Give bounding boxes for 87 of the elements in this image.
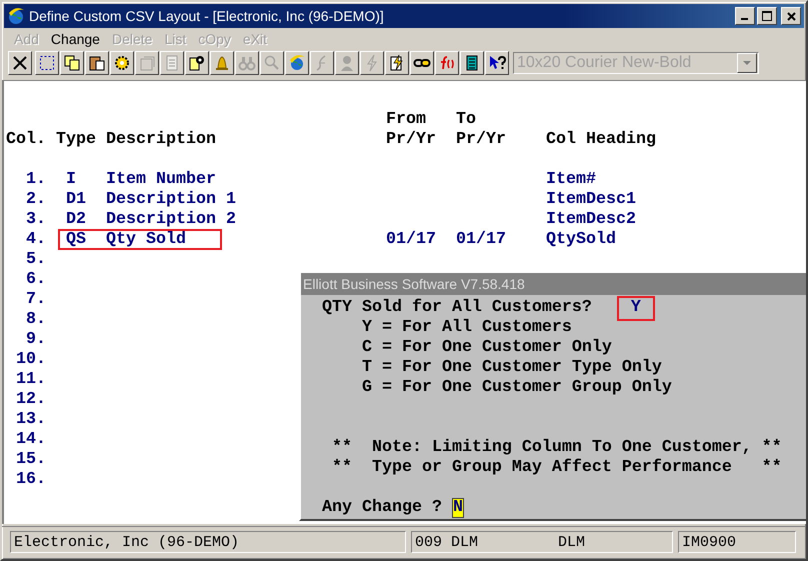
row-number: 9. [26, 330, 46, 349]
select-button[interactable] [35, 51, 59, 75]
row-number: 11. [16, 370, 46, 389]
table-cell: D1 [66, 190, 86, 209]
person-icon [338, 54, 356, 72]
prompt-text: Any Change ? [322, 498, 442, 518]
input-field[interactable]: N [452, 498, 464, 518]
user-button[interactable] [185, 51, 209, 75]
table-cell: Description 1 [106, 190, 236, 209]
status-text: DLM [558, 534, 586, 550]
option-text: T = For One Customer Type Only [362, 358, 662, 378]
row-number: 7. [26, 290, 46, 309]
column-header: Col Heading [546, 130, 656, 150]
row-number: 13. [16, 410, 46, 429]
function-button[interactable] [435, 51, 459, 75]
row-number: 5. [26, 250, 46, 269]
copy-icon [63, 54, 81, 72]
column-header: From [386, 110, 427, 130]
option-text: G = For One Customer Group Only [362, 378, 672, 398]
maximize-icon [762, 11, 772, 21]
table-cell: Qty Sold [106, 230, 186, 249]
table-cell: QS [66, 230, 86, 249]
paste-button[interactable] [85, 51, 109, 75]
row-number: 12. [16, 390, 46, 409]
function-icon [438, 54, 456, 72]
close-button[interactable] [8, 51, 32, 75]
close-button[interactable] [781, 7, 801, 25]
window-title: Define Custom CSV Layout - [Electronic, Inc (96-DEMO)] [29, 8, 385, 24]
document-button[interactable] [385, 51, 409, 75]
menu-item[interactable]: Change [44, 31, 106, 47]
row-number: 15. [16, 450, 46, 469]
question-text: QTY Sold for All Customers? [322, 298, 592, 318]
minimize-button[interactable] [735, 7, 755, 25]
help-button[interactable] [485, 51, 509, 75]
table-cell: QtySold [546, 230, 616, 249]
globe-button[interactable] [285, 51, 309, 75]
column-header: Pr/Yr [386, 130, 437, 150]
bell-icon [213, 54, 231, 72]
row-number: 3. [26, 210, 46, 229]
answer-field[interactable]: Y [616, 296, 655, 320]
maximize-button[interactable] [757, 7, 777, 25]
row-number: 8. [26, 310, 46, 329]
search-icon [263, 54, 281, 72]
column-header: Type [56, 130, 97, 150]
paste-icon [88, 54, 106, 72]
globe-icon [7, 7, 25, 25]
status-text: IM0900 [682, 534, 736, 550]
column-header: Pr/Yr [456, 130, 507, 150]
status-text: Electronic, Inc (96-DEMO) [14, 534, 240, 550]
close-icon [786, 12, 796, 20]
gear-icon [113, 54, 131, 72]
table-cell: 01/17 [456, 230, 506, 249]
row-number: 14. [16, 430, 46, 449]
note-text: ** Type or Group May Affect Performance ** [332, 458, 782, 478]
status-text: 009 DLM [415, 534, 478, 550]
column-header: To [456, 110, 477, 130]
globe-icon [288, 54, 306, 72]
row-number: 6. [26, 270, 46, 289]
table-cell: I [66, 170, 76, 189]
close-icon [11, 54, 29, 72]
calculator-button[interactable] [460, 51, 484, 75]
row-number: 4. [26, 230, 46, 249]
binoculars-icon [238, 54, 256, 72]
note-text: ** Note: Limiting Column To One Customer, ** [332, 438, 782, 458]
table-cell: Item# [546, 170, 596, 189]
select-icon [38, 54, 56, 72]
table-cell: Description 2 [106, 210, 236, 229]
copy-button[interactable] [60, 51, 84, 75]
table-cell: ItemDesc2 [546, 210, 636, 229]
bell-button[interactable] [210, 51, 234, 75]
table-cell: ItemDesc1 [546, 190, 636, 209]
table-cell: 01/17 [386, 230, 436, 249]
option-text: Y = For All Customers [362, 318, 572, 338]
option-text: C = For One Customer Only [362, 338, 612, 358]
gear-button[interactable] [110, 51, 134, 75]
table-cell: D2 [66, 210, 86, 229]
help-icon [488, 54, 506, 72]
column-header: Col. [6, 130, 47, 150]
dialog-title: Elliott Business Software V7.58.418 [301, 273, 806, 295]
row-number: 10. [16, 350, 46, 369]
row-number: 1. [26, 170, 46, 189]
column-header: Description [106, 130, 217, 150]
row-number: 16. [16, 470, 46, 489]
caret-icon [743, 60, 751, 66]
table-cell: Item Number [106, 170, 216, 189]
link-button[interactable] [410, 51, 434, 75]
row-number: 2. [26, 190, 46, 209]
